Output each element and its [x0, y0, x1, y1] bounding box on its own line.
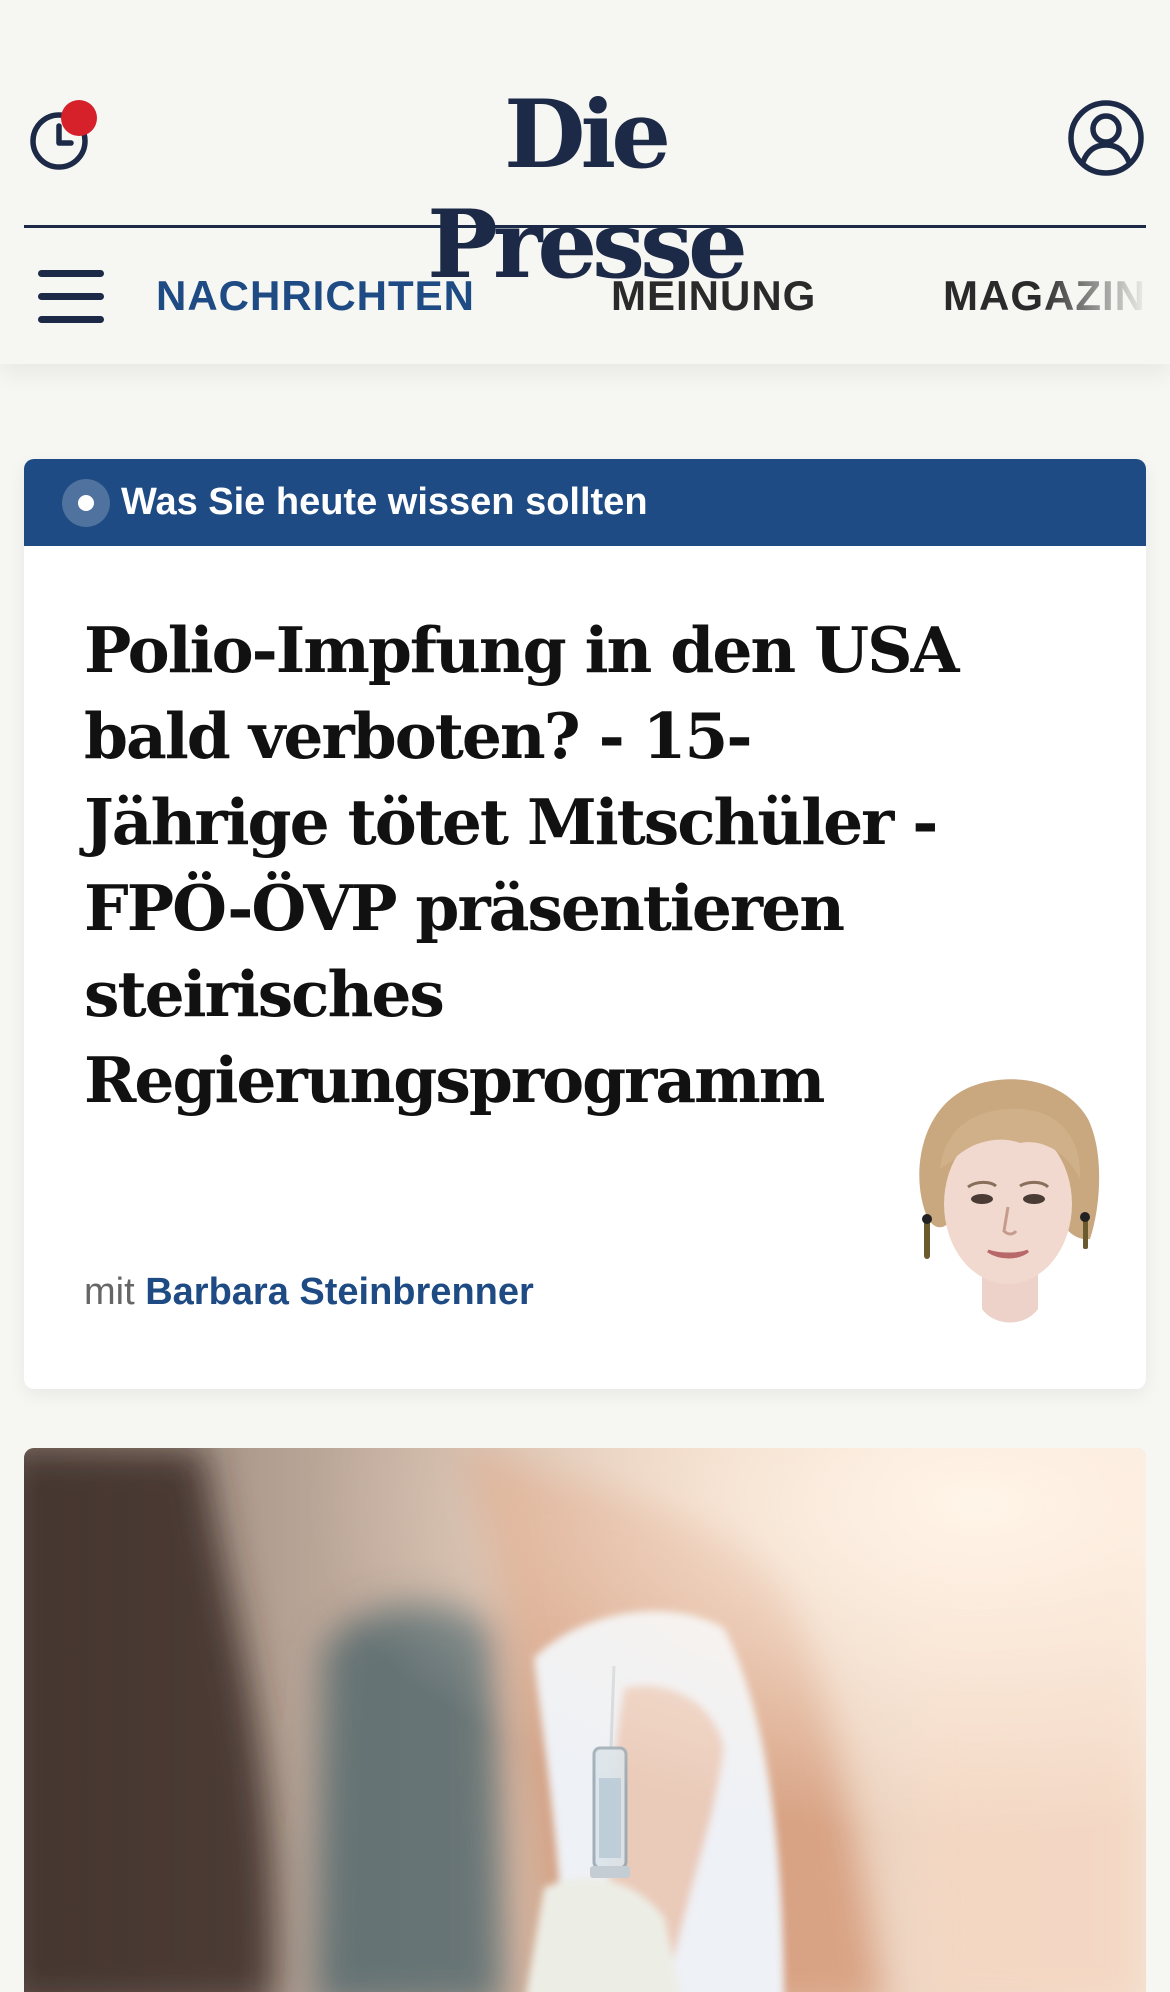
site-logo[interactable]: Die Presse	[360, 80, 810, 300]
briefing-label: Was Sie heute wissen sollten	[121, 481, 648, 523]
briefing-banner: Was Sie heute wissen sollten	[24, 459, 1146, 546]
author-byline: mit Barbara Steinbrenner	[84, 1267, 534, 1317]
nav-item-meinung[interactable]: MEINUNG	[611, 268, 816, 324]
notification-dot	[61, 100, 97, 136]
site-header: Die Presse NACHRICHTEN MEINUNG MAGAZIN	[0, 0, 1170, 364]
article-image[interactable]	[24, 1448, 1146, 1992]
history-button[interactable]	[28, 100, 97, 170]
menu-button[interactable]	[38, 268, 106, 324]
account-button[interactable]	[1066, 98, 1146, 178]
live-indicator-icon	[62, 479, 110, 527]
author-avatar	[919, 1079, 1100, 1323]
briefing-card[interactable]: Was Sie heute wissen sollten Polio-Impfu…	[24, 459, 1146, 1389]
nav-item-magazin[interactable]: MAGAZIN	[943, 268, 1146, 324]
page: Die Presse NACHRICHTEN MEINUNG MAGAZIN W…	[0, 0, 1170, 1992]
byline-prefix: mit	[84, 1271, 135, 1313]
briefing-headline[interactable]: Polio-Impfung in den USA bald verboten? …	[84, 607, 984, 1123]
section-nav: NACHRICHTEN MEINUNG MAGAZIN	[156, 268, 1170, 324]
nav-item-nachrichten[interactable]: NACHRICHTEN	[156, 268, 475, 324]
vaccination-photo	[24, 1448, 1146, 1992]
user-account-icon	[1068, 100, 1144, 176]
author-name-link[interactable]: Barbara Steinbrenner	[145, 1271, 534, 1313]
header-divider	[24, 225, 1146, 228]
